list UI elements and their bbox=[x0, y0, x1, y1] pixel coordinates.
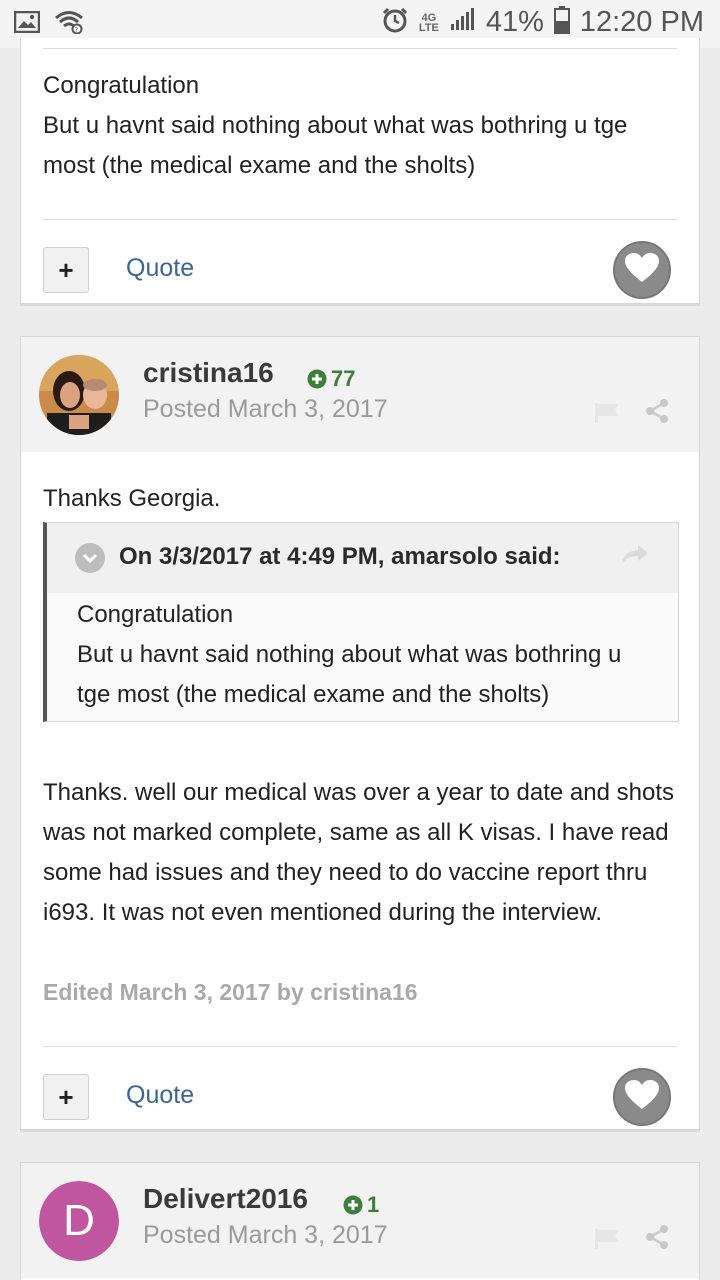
post-body-line: Congratulation bbox=[43, 72, 200, 99]
quote-line: But u havnt said nothing about what was … bbox=[77, 641, 622, 708]
share-icon[interactable] bbox=[645, 399, 669, 428]
wifi-icon: ? bbox=[54, 10, 84, 39]
quote-header: On 3/3/2017 at 4:49 PM, amarsolo said: bbox=[47, 523, 678, 593]
collapse-quote-button[interactable] bbox=[75, 543, 105, 573]
post-body-line: But u havnt said nothing about what was … bbox=[43, 112, 628, 179]
quote-link[interactable]: Quote bbox=[126, 254, 194, 283]
reputation-count: 77 bbox=[331, 366, 356, 391]
avatar-letter: D bbox=[63, 1196, 95, 1245]
like-button[interactable] bbox=[613, 1068, 671, 1126]
reputation-badge: 1 bbox=[343, 1192, 379, 1218]
reputation-badge: 77 bbox=[307, 366, 355, 392]
post-card: cristina16 77 Posted March 3, 2017 Thank… bbox=[20, 336, 700, 1130]
quote-link[interactable]: Quote bbox=[126, 1081, 194, 1110]
avatar[interactable] bbox=[39, 355, 119, 435]
svg-text:?: ? bbox=[75, 26, 79, 34]
heart-icon bbox=[624, 252, 660, 289]
flag-icon[interactable] bbox=[595, 1229, 621, 1254]
post-date: Posted March 3, 2017 bbox=[143, 1221, 388, 1249]
edited-note: Edited March 3, 2017 by cristina16 bbox=[43, 979, 418, 1005]
like-button[interactable] bbox=[613, 241, 671, 299]
post-intro: Thanks Georgia. bbox=[43, 485, 221, 512]
post-header: cristina16 77 Posted March 3, 2017 bbox=[21, 337, 699, 452]
reputation-count: 1 bbox=[367, 1192, 380, 1217]
flag-icon[interactable] bbox=[595, 403, 621, 428]
heart-icon bbox=[624, 1079, 660, 1116]
clock: 12:20 PM bbox=[579, 6, 704, 38]
network-type-label: 4G LTE bbox=[418, 11, 439, 34]
quote-body: Congratulation But u havnt said nothing … bbox=[47, 593, 678, 721]
chevron-down-icon bbox=[82, 553, 98, 564]
add-reaction-button[interactable]: + bbox=[43, 247, 89, 293]
quote-line: Congratulation bbox=[77, 601, 234, 628]
author-name[interactable]: cristina16 bbox=[143, 357, 274, 389]
post-date: Posted March 3, 2017 bbox=[143, 395, 388, 423]
author-name[interactable]: Delivert2016 bbox=[143, 1183, 308, 1215]
plus-icon: + bbox=[58, 254, 74, 285]
signal-icon bbox=[450, 8, 476, 37]
gallery-icon bbox=[13, 10, 41, 38]
reputation-plus-icon bbox=[343, 1195, 363, 1215]
avatar[interactable]: D bbox=[39, 1181, 119, 1261]
alarm-icon bbox=[382, 7, 408, 38]
reputation-plus-icon bbox=[307, 369, 327, 389]
plus-icon: + bbox=[58, 1081, 74, 1112]
quote-citation: On 3/3/2017 at 4:49 PM, amarsolo said: bbox=[119, 543, 561, 570]
post-reply: Thanks. well our medical was over a year… bbox=[43, 779, 674, 926]
post-card: D Delivert2016 1 Posted March 3, 2017 bbox=[20, 1162, 700, 1280]
battery-percent: 41% bbox=[485, 6, 544, 38]
post-card: Congratulation But u havnt said nothing … bbox=[20, 38, 700, 304]
share-icon[interactable] bbox=[645, 1225, 669, 1254]
post-body: Congratulation But u havnt said nothing … bbox=[43, 66, 683, 186]
battery-icon bbox=[553, 6, 570, 39]
quote-block: On 3/3/2017 at 4:49 PM, amarsolo said: C… bbox=[43, 522, 679, 722]
goto-quoted-post-icon[interactable] bbox=[622, 545, 648, 570]
add-reaction-button[interactable]: + bbox=[43, 1074, 89, 1120]
post-header: D Delivert2016 1 Posted March 3, 2017 bbox=[21, 1163, 699, 1278]
